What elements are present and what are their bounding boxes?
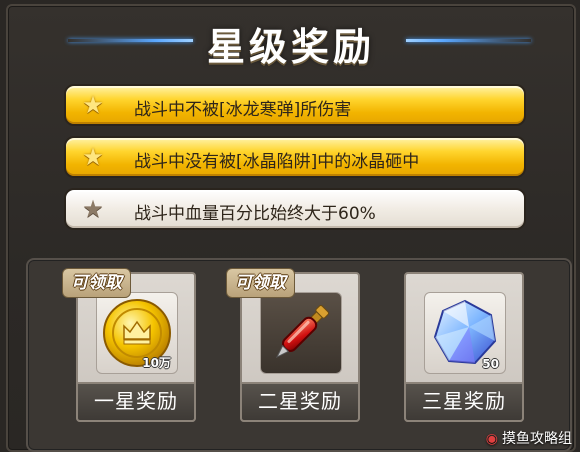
item-quantity: 50 [482, 357, 499, 371]
reward-container: 可领取 10万 一星奖励 可领取 二星奖励 50 三星奖励 [26, 258, 572, 452]
reward-item-slot: 10万 [96, 292, 178, 374]
condition-2: ★ 战斗中没有被[冰晶陷阱]中的冰晶砸中 [64, 136, 526, 178]
condition-text: 战斗中没有被[冰晶陷阱]中的冰晶砸中 [134, 152, 420, 172]
red-potion-icon [275, 305, 329, 359]
watermark: ◉ 摸鱼攻略组 [486, 428, 572, 448]
reward-card-one-star[interactable]: 可领取 10万 一星奖励 [62, 268, 196, 422]
item-quantity: 10万 [142, 356, 171, 370]
star-empty-icon: ★ [82, 195, 104, 223]
reward-label: 三星奖励 [404, 382, 524, 422]
weibo-icon: ◉ [485, 431, 498, 447]
reward-card-two-star[interactable]: 可领取 二星奖励 [226, 268, 360, 422]
panel-title: 星级奖励 [206, 25, 375, 69]
claimable-badge: 可领取 [226, 268, 295, 298]
star-filled-icon: ★ [82, 143, 104, 171]
condition-1: ★ 战斗中不被[冰龙寒弹]所伤害 [64, 84, 526, 126]
star-reward-panel: 星级奖励 ★ 战斗中不被[冰龙寒弹]所伤害 ★ 战斗中没有被[冰晶陷阱]中的冰晶… [6, 4, 576, 452]
reward-item-slot: 50 [424, 292, 506, 374]
star-filled-icon: ★ [82, 91, 104, 119]
reward-label: 一星奖励 [76, 382, 196, 422]
watermark-text: 摸鱼攻略组 [502, 431, 572, 447]
reward-label: 二星奖励 [240, 382, 360, 422]
condition-text: 战斗中不被[冰龙寒弹]所伤害 [134, 100, 352, 120]
claimable-badge: 可领取 [62, 268, 131, 298]
condition-text: 战斗中血量百分比始终大于60% [134, 204, 376, 224]
reward-card-three-star[interactable]: 50 三星奖励 [404, 272, 524, 422]
reward-item-slot [260, 292, 342, 374]
condition-3: ★ 战斗中血量百分比始终大于60% [64, 188, 526, 230]
